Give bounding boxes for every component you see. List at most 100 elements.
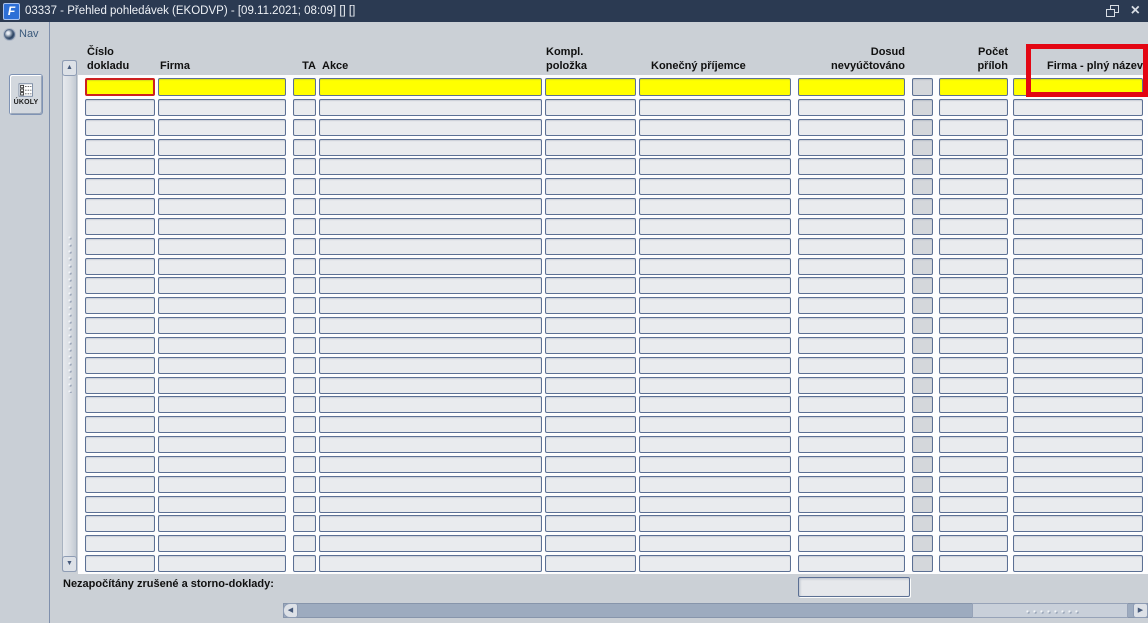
cell-konecny-prijemce[interactable] [639,357,791,374]
cell-cislo-dokladu[interactable] [85,555,155,572]
cell-attachment-button[interactable] [912,436,933,453]
cell-konecny-prijemce[interactable] [639,535,791,552]
cell-pocet-priloh[interactable] [939,99,1008,116]
cell-firma[interactable] [158,198,286,215]
cell-kompl-polozka[interactable] [545,277,636,294]
cell-konecny-prijemce[interactable] [639,218,791,235]
cell-cislo-dokladu[interactable] [85,178,155,195]
cell-cislo-dokladu[interactable] [85,496,155,513]
cell-kompl-polozka[interactable] [545,238,636,255]
cell-pocet-priloh[interactable] [939,238,1008,255]
cell-konecny-prijemce[interactable] [639,396,791,413]
cell-akce[interactable] [319,198,542,215]
cell-cislo-dokladu[interactable] [85,218,155,235]
cell-akce[interactable] [319,158,542,175]
cell-kompl-polozka[interactable] [545,139,636,156]
cell-pocet-priloh[interactable] [939,119,1008,136]
cell-kompl-polozka[interactable] [545,357,636,374]
cell-dosud-nevyuctovano[interactable] [798,317,905,334]
cell-ta[interactable] [293,377,316,394]
cell-cislo-dokladu[interactable] [85,277,155,294]
cell-kompl-polozka[interactable] [545,416,636,433]
cell-pocet-priloh[interactable] [939,337,1008,354]
cell-pocet-priloh[interactable] [939,317,1008,334]
cell-akce[interactable] [319,337,542,354]
cell-dosud-nevyuctovano[interactable] [798,258,905,275]
cell-konecny-prijemce[interactable] [639,555,791,572]
cell-attachment-button[interactable] [912,515,933,532]
cell-cislo-dokladu[interactable] [85,456,155,473]
cell-akce[interactable] [319,218,542,235]
cell-dosud-nevyuctovano[interactable] [798,277,905,294]
cell-attachment-button[interactable] [912,238,933,255]
cell-attachment-button[interactable] [912,317,933,334]
cell-cislo-dokladu[interactable] [85,357,155,374]
filter-input-ta[interactable] [293,78,316,96]
cell-attachment-button[interactable] [912,377,933,394]
cell-firma[interactable] [158,158,286,175]
cell-ta[interactable] [293,456,316,473]
filter-input-kompl-polozka[interactable] [545,78,636,96]
cell-konecny-prijemce[interactable] [639,277,791,294]
cell-firma-plny-nazev[interactable] [1013,297,1143,314]
cell-dosud-nevyuctovano[interactable] [798,416,905,433]
cell-dosud-nevyuctovano[interactable] [798,535,905,552]
cell-pocet-priloh[interactable] [939,436,1008,453]
cell-firma-plny-nazev[interactable] [1013,198,1143,215]
cell-firma[interactable] [158,277,286,294]
cell-ta[interactable] [293,297,316,314]
cell-dosud-nevyuctovano[interactable] [798,357,905,374]
cell-firma-plny-nazev[interactable] [1013,119,1143,136]
cell-firma-plny-nazev[interactable] [1013,416,1143,433]
cell-akce[interactable] [319,119,542,136]
cell-cislo-dokladu[interactable] [85,317,155,334]
cell-pocet-priloh[interactable] [939,535,1008,552]
cell-ta[interactable] [293,178,316,195]
cell-kompl-polozka[interactable] [545,377,636,394]
cell-dosud-nevyuctovano[interactable] [798,99,905,116]
cell-ta[interactable] [293,396,316,413]
cell-pocet-priloh[interactable] [939,476,1008,493]
cell-konecny-prijemce[interactable] [639,297,791,314]
cell-pocet-priloh[interactable] [939,496,1008,513]
cell-pocet-priloh[interactable] [939,555,1008,572]
cell-dosud-nevyuctovano[interactable] [798,218,905,235]
cell-dosud-nevyuctovano[interactable] [798,297,905,314]
cell-firma-plny-nazev[interactable] [1013,476,1143,493]
cell-ta[interactable] [293,555,316,572]
cell-firma[interactable] [158,119,286,136]
cell-kompl-polozka[interactable] [545,99,636,116]
cell-ta[interactable] [293,99,316,116]
cell-firma[interactable] [158,416,286,433]
cell-pocet-priloh[interactable] [939,377,1008,394]
cell-cislo-dokladu[interactable] [85,139,155,156]
cell-akce[interactable] [319,515,542,532]
cell-attachment-button[interactable] [912,178,933,195]
cell-firma-plny-nazev[interactable] [1013,535,1143,552]
cell-kompl-polozka[interactable] [545,496,636,513]
cell-ta[interactable] [293,317,316,334]
cell-attachment-button[interactable] [912,396,933,413]
cell-attachment-button[interactable] [912,535,933,552]
filter-input-akce[interactable] [319,78,542,96]
cell-attachment-button[interactable] [912,258,933,275]
cell-dosud-nevyuctovano[interactable] [798,377,905,394]
cell-ta[interactable] [293,496,316,513]
cell-attachment-button[interactable] [912,139,933,156]
cell-ta[interactable] [293,476,316,493]
cell-cislo-dokladu[interactable] [85,297,155,314]
cell-firma[interactable] [158,396,286,413]
cell-firma[interactable] [158,496,286,513]
cell-ta[interactable] [293,218,316,235]
cell-firma-plny-nazev[interactable] [1013,496,1143,513]
cell-pocet-priloh[interactable] [939,258,1008,275]
cell-firma[interactable] [158,456,286,473]
filter-input-konecny-prijemce[interactable] [639,78,791,96]
cell-attachment-button[interactable] [912,555,933,572]
cell-firma[interactable] [158,258,286,275]
cell-akce[interactable] [319,396,542,413]
cell-pocet-priloh[interactable] [939,416,1008,433]
filter-input-firma-plny-nazev[interactable] [1013,78,1143,96]
cell-attachment-button[interactable] [912,476,933,493]
cell-firma-plny-nazev[interactable] [1013,139,1143,156]
